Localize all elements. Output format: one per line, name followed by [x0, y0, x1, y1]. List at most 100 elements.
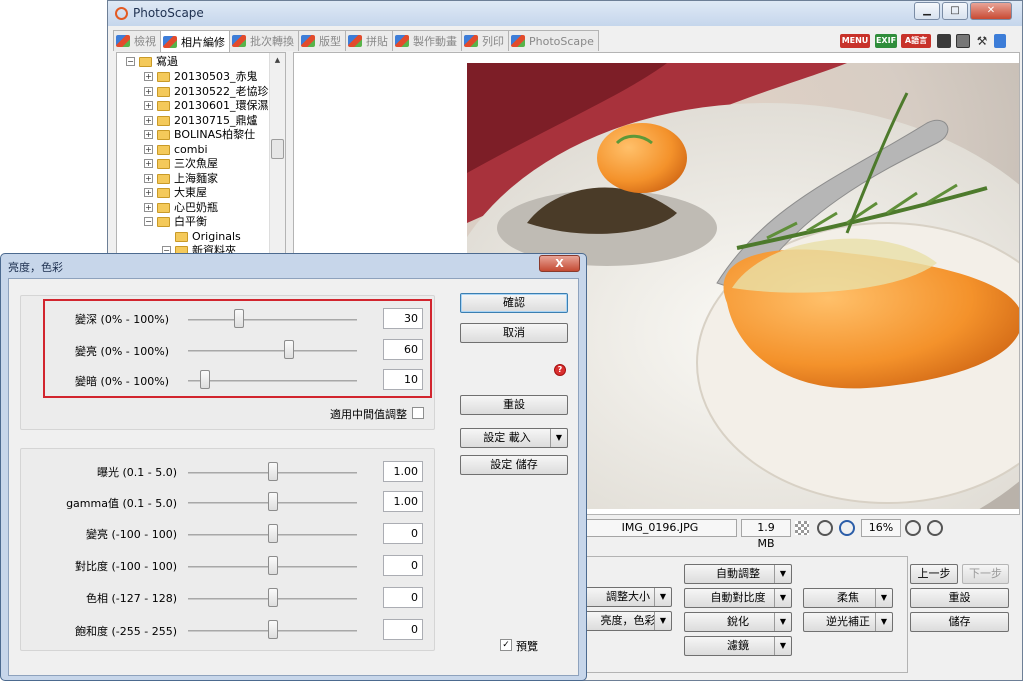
ok-button[interactable]: 確認 [460, 293, 568, 313]
tree-root[interactable]: − 寫過 [126, 54, 178, 69]
slider-thumb[interactable] [267, 556, 278, 575]
slider-thumb[interactable] [267, 588, 278, 607]
chevron-down-icon[interactable]: ▼ [774, 637, 791, 655]
zoom-fit-icon[interactable] [817, 520, 833, 536]
maximize-button[interactable]: □ [942, 2, 968, 20]
slider-thumb[interactable] [233, 309, 244, 328]
tab-gif[interactable]: 製作動畫 [392, 30, 462, 51]
midtone-checkbox[interactable] [412, 407, 424, 419]
chevron-down-icon[interactable]: ▼ [774, 613, 791, 631]
minimize-button[interactable]: ▁ [914, 2, 940, 20]
slider-thumb[interactable] [267, 492, 278, 511]
value-field[interactable]: 0 [383, 523, 423, 544]
chevron-down-icon[interactable]: ▼ [875, 613, 892, 631]
chevron-down-icon[interactable]: ▼ [654, 588, 671, 606]
dialog-close-button[interactable]: X [539, 255, 580, 272]
slider-thumb[interactable] [267, 524, 278, 543]
tab-page[interactable]: 版型 [298, 30, 346, 51]
auto-level-button[interactable]: 自動調整 ▼ [684, 564, 792, 584]
resize-button[interactable]: 調整大小 ▼ [584, 587, 672, 607]
scroll-up-icon[interactable]: ▲ [270, 56, 285, 64]
expand-icon[interactable]: + [144, 174, 153, 183]
expand-icon[interactable]: + [144, 130, 153, 139]
chevron-down-icon[interactable]: ▼ [875, 589, 892, 607]
slider-thumb[interactable] [267, 620, 278, 639]
soft-focus-button[interactable]: 柔焦 ▼ [803, 588, 893, 608]
value-field[interactable]: 1.00 [383, 491, 423, 512]
tree-item[interactable]: + combi [144, 142, 208, 157]
exif-button[interactable]: EXIF [875, 34, 897, 48]
undo-button[interactable]: 上一步 [910, 564, 958, 584]
zoom-out-icon[interactable] [927, 520, 943, 536]
save-button[interactable]: 儲存 [910, 612, 1009, 632]
tree-item[interactable]: +20130601_環保濕 [144, 98, 269, 113]
chevron-down-icon[interactable]: ▼ [654, 612, 671, 630]
tree-item[interactable]: +20130715_鼎爐 [144, 113, 258, 128]
chevron-down-icon[interactable]: ▼ [774, 589, 791, 607]
redo-button[interactable]: 下一步 [962, 564, 1009, 584]
tree-item[interactable]: + 大東屋 [144, 185, 207, 200]
film-icon[interactable] [937, 34, 951, 48]
tab-editor[interactable]: 相片編修 [160, 30, 230, 52]
tree-item[interactable]: + 上海麵家 [144, 171, 218, 186]
tree-item[interactable]: +20130503_赤鬼 [144, 69, 258, 84]
slider-thumb[interactable] [284, 340, 295, 359]
collapse-icon[interactable]: − [126, 57, 135, 66]
tree-item[interactable]: + 三次魚屋 [144, 156, 218, 171]
value-field[interactable]: 0 [383, 587, 423, 608]
tree-item[interactable]: Originals [175, 229, 241, 244]
scroll-thumb[interactable] [271, 139, 284, 159]
expand-icon[interactable]: + [144, 145, 153, 154]
slider-thumb[interactable] [199, 370, 210, 389]
value-field[interactable]: 30 [383, 308, 423, 329]
tab-photoscape[interactable]: PhotoScape [508, 30, 599, 51]
tree-scrollbar[interactable]: ▲ [269, 53, 285, 261]
tree-item[interactable]: + 心巴奶瓶 [144, 200, 218, 215]
reset-button[interactable]: 重設 [460, 395, 568, 415]
slider-track[interactable] [188, 350, 357, 352]
chevron-down-icon[interactable]: ▼ [550, 429, 567, 447]
expand-icon[interactable]: + [144, 116, 153, 125]
auto-contrast-button[interactable]: 自動對比度 ▼ [684, 588, 792, 608]
sharpen-button[interactable]: 銳化 ▼ [684, 612, 792, 632]
menu-button[interactable]: MENU [840, 34, 870, 48]
checker-icon[interactable] [795, 521, 809, 535]
brightness-color-button[interactable]: 亮度，色彩 ▼ [584, 611, 672, 631]
filter-button[interactable]: 濾鏡 ▼ [684, 636, 792, 656]
tree-item[interactable]: − 白平衡 [144, 214, 207, 229]
value-field[interactable]: 1.00 [383, 461, 423, 482]
tree-item[interactable]: + BOLINAS柏黎仕 [144, 127, 255, 142]
slider-track[interactable] [188, 380, 357, 382]
expand-icon[interactable]: + [144, 72, 153, 81]
help-icon[interactable]: ? [554, 364, 566, 376]
value-field[interactable]: 0 [383, 619, 423, 640]
reset-button[interactable]: 重設 [910, 588, 1009, 608]
copy-icon[interactable] [956, 34, 970, 48]
chevron-down-icon[interactable]: ▼ [774, 565, 791, 583]
collapse-icon[interactable]: − [144, 217, 153, 226]
preview-checkbox[interactable]: ✓ [500, 639, 512, 651]
tab-batch[interactable]: 批次轉換 [229, 30, 299, 51]
load-settings-button[interactable]: 設定 載入 ▼ [460, 428, 568, 448]
tab-combine[interactable]: 拼貼 [345, 30, 393, 51]
expand-icon[interactable]: + [144, 159, 153, 168]
info-icon[interactable] [994, 34, 1006, 48]
save-settings-button[interactable]: 設定 儲存 [460, 455, 568, 475]
expand-icon[interactable]: + [144, 101, 153, 110]
slider-thumb[interactable] [267, 462, 278, 481]
value-field[interactable]: 60 [383, 339, 423, 360]
close-button[interactable]: ✕ [970, 2, 1012, 20]
expand-icon[interactable]: + [144, 203, 153, 212]
expand-icon[interactable]: + [144, 87, 153, 96]
tab-print[interactable]: 列印 [461, 30, 509, 51]
language-button[interactable]: A語言 [901, 34, 931, 48]
tools-icon[interactable]: ⚒ [976, 34, 988, 48]
slider-track[interactable] [188, 319, 357, 321]
zoom-in-icon[interactable] [905, 520, 921, 536]
tab-viewer[interactable]: 檢視 [113, 30, 161, 51]
zoom-actual-icon[interactable] [839, 520, 855, 536]
value-field[interactable]: 0 [383, 555, 423, 576]
cancel-button[interactable]: 取消 [460, 323, 568, 343]
expand-icon[interactable]: + [144, 188, 153, 197]
value-field[interactable]: 10 [383, 369, 423, 390]
